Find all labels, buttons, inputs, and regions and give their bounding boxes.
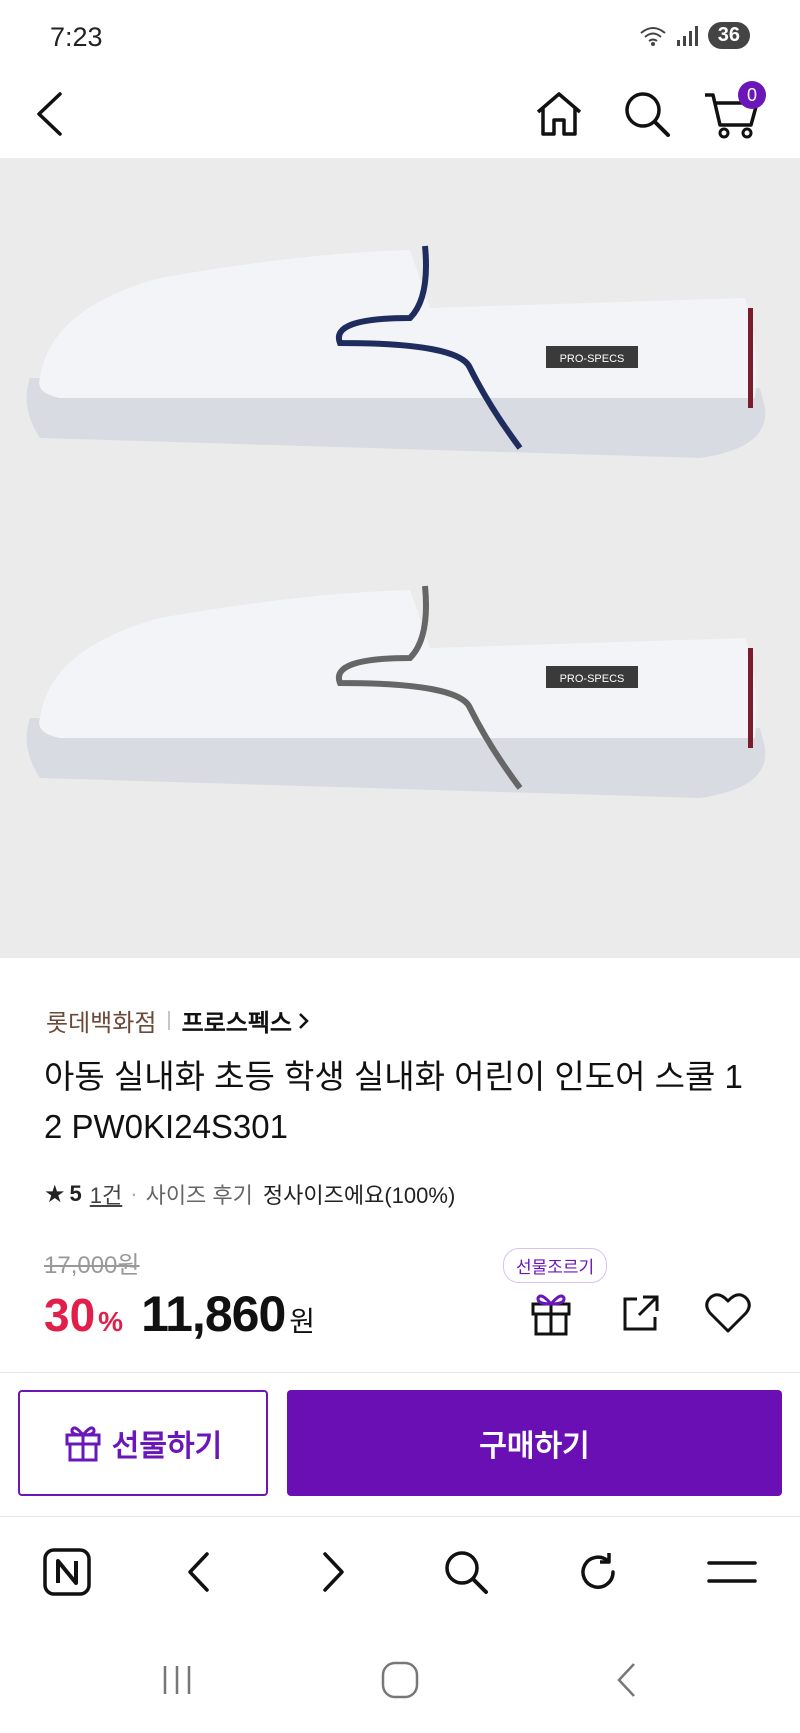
shoe-navy: PRO-SPECS bbox=[26, 245, 766, 458]
brand-separator: | bbox=[166, 1009, 172, 1031]
size-review-text: 정사이즈에요(100%) bbox=[262, 1183, 456, 1208]
star-icon: ★ bbox=[44, 1180, 66, 1208]
dot-separator: · bbox=[130, 1181, 138, 1206]
svg-text:PRO-SPECS: PRO-SPECS bbox=[560, 353, 625, 365]
sale-price: 11,860 bbox=[141, 1286, 286, 1342]
search-icon bbox=[445, 1551, 488, 1594]
back-icon bbox=[617, 1662, 635, 1697]
gift-icon bbox=[531, 1294, 571, 1336]
buy-button[interactable]: 구매하기 bbox=[287, 1390, 782, 1496]
rating-score: 5 bbox=[69, 1181, 82, 1206]
size-review-label: 사이즈 후기 bbox=[145, 1183, 253, 1208]
menu-icon bbox=[707, 1561, 757, 1583]
search-icon bbox=[625, 92, 670, 137]
gift-request-tooltip: 선물조르기 bbox=[503, 1248, 608, 1283]
status-icons: 36 bbox=[640, 22, 750, 49]
svg-text:PRO-SPECS: PRO-SPECS bbox=[560, 673, 625, 685]
heart-icon bbox=[705, 1293, 751, 1333]
status-time: 7:23 bbox=[50, 22, 103, 52]
naver-icon bbox=[43, 1548, 91, 1596]
home-icon bbox=[536, 92, 582, 136]
store-name[interactable]: 롯데백화점 bbox=[46, 1003, 156, 1038]
system-nav-bar bbox=[0, 1626, 800, 1733]
gift-button-label: 선물하기 bbox=[111, 1430, 223, 1463]
chevron-left-icon bbox=[188, 1552, 209, 1592]
back-button[interactable] bbox=[14, 70, 84, 158]
status-bar: 7:23 36 bbox=[0, 0, 800, 70]
original-price: 17,000원 bbox=[44, 1252, 140, 1279]
buy-button-label: 구매하기 bbox=[479, 1430, 590, 1463]
product-title: 아동 실내화 초등 학생 실내화 어린이 인도어 스쿨 1 2 PW0KI24S… bbox=[44, 1058, 743, 1145]
shoe-illustration: PRO-SPECS PRO-SPECS bbox=[26, 245, 766, 798]
price-row: 30 % 11,860 원 bbox=[44, 1285, 315, 1343]
recent-apps-button[interactable] bbox=[137, 1626, 217, 1733]
rating-row: ★ 5 1건 · 사이즈 후기 정사이즈에요(100%) bbox=[44, 1178, 455, 1210]
naver-home-button[interactable] bbox=[27, 1517, 107, 1627]
product-image[interactable]: PRO-SPECS PRO-SPECS bbox=[0, 158, 800, 958]
recent-apps-icon bbox=[163, 1665, 191, 1694]
home-nav-button[interactable] bbox=[360, 1626, 440, 1733]
browser-forward-button[interactable] bbox=[294, 1517, 374, 1627]
share-icon bbox=[623, 1295, 659, 1331]
review-count-link[interactable]: 1건 bbox=[90, 1178, 122, 1210]
gift-icon bbox=[65, 1426, 101, 1462]
search-button[interactable] bbox=[612, 70, 682, 158]
refresh-button[interactable] bbox=[558, 1517, 638, 1627]
brand-link[interactable]: 프로스펙스 bbox=[182, 1003, 292, 1038]
discount-rate: 30 bbox=[44, 1289, 96, 1341]
refresh-icon bbox=[581, 1553, 615, 1589]
brand-row: 롯데백화점 | 프로스펙스 bbox=[46, 1003, 310, 1038]
browser-back-button[interactable] bbox=[158, 1517, 238, 1627]
gift-button[interactable]: 선물하기 bbox=[18, 1390, 268, 1496]
menu-button[interactable] bbox=[692, 1517, 772, 1627]
chevron-right-icon bbox=[299, 1012, 309, 1029]
top-nav: 0 bbox=[0, 70, 800, 158]
cart-count-badge: 0 bbox=[738, 81, 766, 109]
system-back-button[interactable] bbox=[586, 1626, 666, 1733]
browser-search-button[interactable] bbox=[426, 1517, 506, 1627]
back-icon bbox=[37, 92, 62, 136]
price-unit: 원 bbox=[289, 1306, 316, 1337]
signal-icon bbox=[676, 25, 698, 46]
battery-indicator: 36 bbox=[707, 22, 750, 49]
divider bbox=[0, 1372, 800, 1373]
cart-button[interactable]: 0 bbox=[696, 70, 766, 158]
wifi-icon bbox=[640, 26, 666, 46]
gift-request-button[interactable] bbox=[523, 1285, 579, 1341]
discount-unit: % bbox=[98, 1306, 124, 1337]
share-button[interactable] bbox=[613, 1285, 669, 1341]
home-button[interactable] bbox=[524, 70, 594, 158]
home-circle-icon bbox=[381, 1661, 419, 1698]
chevron-right-icon bbox=[323, 1552, 344, 1592]
wishlist-button[interactable] bbox=[700, 1285, 756, 1341]
browser-toolbar bbox=[0, 1516, 800, 1626]
shoe-gray: PRO-SPECS bbox=[26, 585, 766, 798]
